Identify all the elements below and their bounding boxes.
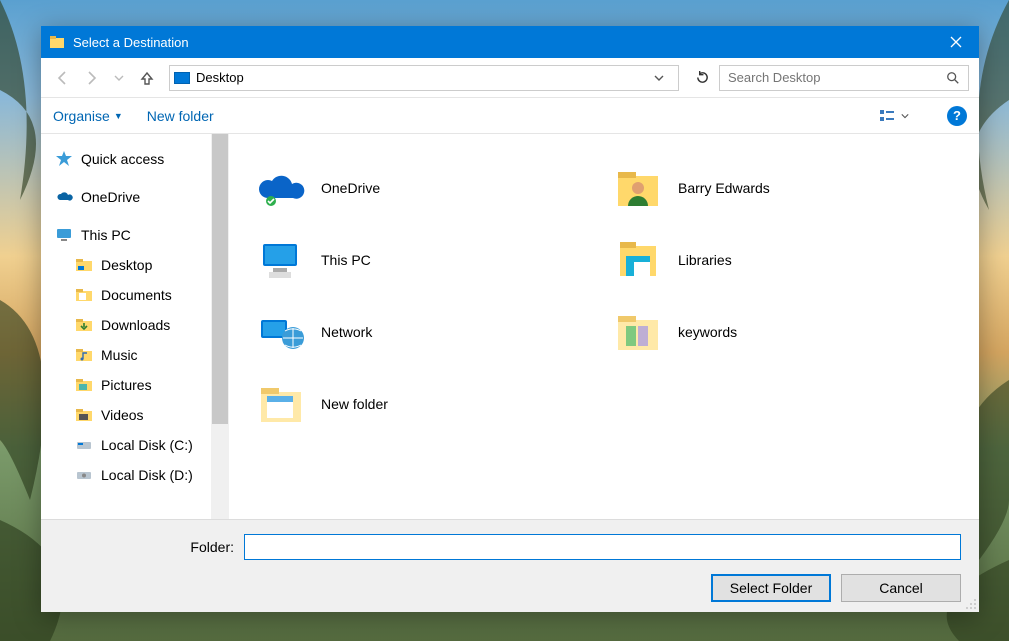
cancel-button[interactable]: Cancel — [841, 574, 961, 602]
folder-icon — [75, 346, 93, 364]
close-button[interactable] — [933, 26, 979, 58]
drive-icon — [75, 466, 93, 484]
star-icon — [55, 150, 73, 168]
caret-down-icon: ▼ — [114, 111, 123, 121]
new-folder-button[interactable]: New folder — [147, 108, 214, 124]
tree-this-pc[interactable]: This PC — [47, 220, 211, 250]
tree-local-disk-d[interactable]: Local Disk (D:) — [47, 460, 211, 490]
navigation-tree: Quick access OneDrive This PC Desktop — [41, 134, 211, 519]
tree-videos[interactable]: Videos — [47, 400, 211, 430]
dialog-body: Quick access OneDrive This PC Desktop — [41, 134, 979, 519]
folder-icon — [255, 378, 307, 430]
folder-icon — [75, 406, 93, 424]
user-folder-icon — [612, 162, 664, 214]
tree-downloads[interactable]: Downloads — [47, 310, 211, 340]
navigation-row: Desktop — [41, 58, 979, 98]
view-options-button[interactable] — [879, 108, 909, 124]
tree-pictures[interactable]: Pictures — [47, 370, 211, 400]
scrollbar-thumb[interactable] — [212, 134, 228, 424]
cloud-icon — [255, 162, 307, 214]
folder-icon — [75, 376, 93, 394]
back-button[interactable] — [51, 66, 75, 90]
item-onedrive[interactable]: OneDrive — [255, 152, 612, 224]
folder-icon — [75, 286, 93, 304]
tree-scrollbar[interactable] — [211, 134, 229, 519]
forward-button[interactable] — [79, 66, 103, 90]
caret-down-icon — [901, 112, 909, 120]
item-user-barry[interactable]: Barry Edwards — [612, 152, 969, 224]
dialog-footer: Folder: Select Folder Cancel — [41, 519, 979, 612]
address-bar[interactable]: Desktop — [169, 65, 679, 91]
folder-icon — [75, 316, 93, 334]
tree-local-disk-c[interactable]: Local Disk (C:) — [47, 430, 211, 460]
network-icon — [255, 306, 307, 358]
desktop-icon — [174, 72, 190, 84]
tree-desktop[interactable]: Desktop — [47, 250, 211, 280]
organise-menu[interactable]: Organise▼ — [53, 108, 123, 124]
select-folder-button[interactable]: Select Folder — [711, 574, 831, 602]
cloud-icon — [55, 188, 73, 206]
search-box[interactable] — [719, 65, 969, 91]
folder-icon — [75, 256, 93, 274]
folder-label: Folder: — [59, 539, 244, 555]
help-button[interactable]: ? — [947, 106, 967, 126]
computer-icon — [255, 234, 307, 286]
tree-documents[interactable]: Documents — [47, 280, 211, 310]
search-input[interactable] — [728, 70, 946, 85]
folder-input[interactable] — [244, 534, 961, 560]
title-bar: Select a Destination — [41, 26, 979, 58]
search-icon — [946, 71, 960, 85]
item-libraries[interactable]: Libraries — [612, 224, 969, 296]
tree-music[interactable]: Music — [47, 340, 211, 370]
folder-icon — [612, 306, 664, 358]
drive-icon — [75, 436, 93, 454]
window-title: Select a Destination — [73, 35, 933, 50]
item-this-pc[interactable]: This PC — [255, 224, 612, 296]
folder-app-icon — [49, 34, 65, 50]
tree-onedrive[interactable]: OneDrive — [47, 182, 211, 212]
computer-icon — [55, 226, 73, 244]
item-new-folder[interactable]: New folder — [255, 368, 612, 440]
location-text: Desktop — [196, 70, 654, 85]
resize-grip[interactable] — [965, 598, 977, 610]
libraries-icon — [612, 234, 664, 286]
folder-contents: OneDrive Barry Edwards This PC Libraries… — [229, 134, 979, 519]
item-keywords[interactable]: keywords — [612, 296, 969, 368]
tree-quick-access[interactable]: Quick access — [47, 144, 211, 174]
recent-dropdown[interactable] — [107, 66, 131, 90]
up-button[interactable] — [135, 66, 159, 90]
toolbar: Organise▼ New folder ? — [41, 98, 979, 134]
item-network[interactable]: Network — [255, 296, 612, 368]
select-destination-dialog: Select a Destination Desktop Organise▼ N… — [41, 26, 979, 612]
refresh-button[interactable] — [689, 65, 715, 91]
chevron-down-icon[interactable] — [654, 73, 674, 83]
